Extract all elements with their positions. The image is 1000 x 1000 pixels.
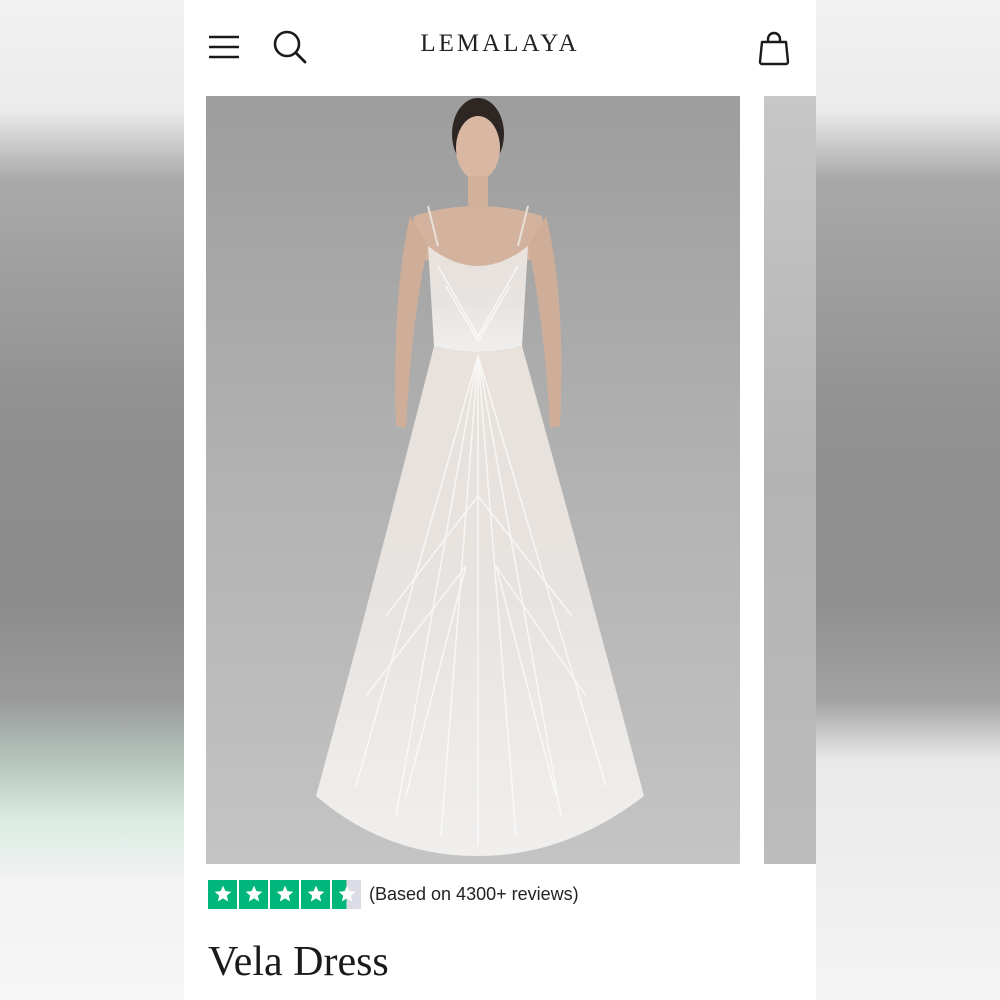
star-icon <box>239 879 268 909</box>
product-image[interactable] <box>206 96 740 864</box>
product-photo <box>206 96 740 864</box>
product-title: Vela Dress <box>208 939 389 985</box>
brand-logo[interactable]: LEMALAYA <box>364 30 636 58</box>
star-icon <box>208 879 237 909</box>
star-icon <box>270 879 299 909</box>
search-icon <box>273 30 307 64</box>
blurred-background-left <box>0 0 184 1000</box>
star-icon <box>301 879 330 909</box>
hamburger-menu-icon <box>209 35 239 59</box>
search-button[interactable] <box>270 27 310 67</box>
cart-button[interactable] <box>754 28 794 68</box>
review-rating[interactable]: (Based on 4300+ reviews) <box>208 879 579 909</box>
site-header: LEMALAYA <box>184 0 816 96</box>
shopping-bag-icon <box>758 31 790 66</box>
blurred-background-right <box>808 0 1000 1000</box>
star-rating <box>208 879 361 909</box>
half-star-icon <box>332 879 361 909</box>
review-count-text[interactable]: (Based on 4300+ reviews) <box>369 884 579 905</box>
phone-screen: LEMALAYA (Based on 4300+ reviews) Vela D… <box>184 0 816 1000</box>
menu-button[interactable] <box>204 27 244 67</box>
next-product-image-peek[interactable] <box>764 96 816 864</box>
